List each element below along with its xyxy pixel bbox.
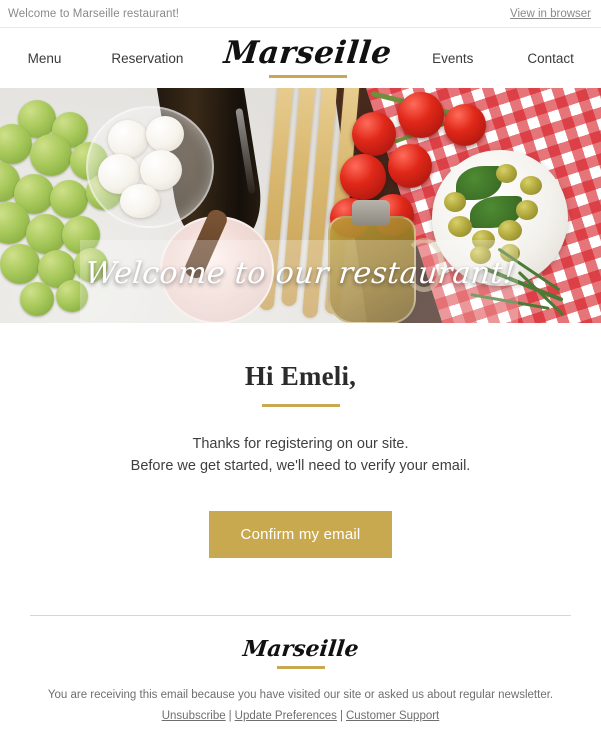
customer-support-link[interactable]: Customer Support bbox=[346, 710, 439, 722]
brand-logo[interactable]: Marseille bbox=[208, 38, 408, 78]
tomato bbox=[388, 144, 432, 188]
tomato bbox=[398, 92, 444, 138]
nav-group-right: Events Contact bbox=[408, 51, 598, 66]
email-body: Hi Emeli, Thanks for registering on our … bbox=[0, 323, 601, 558]
brand-underline-rule bbox=[269, 75, 347, 78]
preheader-bar: Welcome to Marseille restaurant! View in… bbox=[0, 0, 601, 28]
footer-disclaimer: You are receiving this email because you… bbox=[0, 689, 601, 701]
footer-brand-block[interactable]: Marseille bbox=[0, 638, 601, 669]
nav-group-left: Menu Reservation bbox=[3, 51, 208, 66]
email-footer: Marseille You are receiving this email b… bbox=[0, 616, 601, 722]
greeting-heading: Hi Emeli, bbox=[0, 361, 601, 392]
update-preferences-link[interactable]: Update Preferences bbox=[235, 710, 337, 722]
nav-item-menu[interactable]: Menu bbox=[28, 51, 62, 66]
body-line-1: Thanks for registering on our site. bbox=[193, 436, 409, 452]
tomato bbox=[352, 112, 396, 156]
link-separator-2: | bbox=[337, 710, 346, 722]
footer-links: Unsubscribe|Update Preferences|Customer … bbox=[0, 710, 601, 722]
hero-title: Welcome to our restaurant! bbox=[0, 256, 601, 291]
tomato bbox=[340, 154, 386, 200]
view-in-browser-link[interactable]: View in browser bbox=[510, 8, 591, 20]
footer-underline-rule bbox=[277, 666, 325, 669]
nav-item-reservation[interactable]: Reservation bbox=[111, 51, 183, 66]
body-line-2: Before we get started, we'll need to ver… bbox=[131, 458, 471, 474]
confirm-email-button[interactable]: Confirm my email bbox=[209, 511, 393, 558]
tomato bbox=[444, 104, 486, 146]
footer-brand-name: Marseille bbox=[242, 638, 360, 660]
greeting-underline-rule bbox=[262, 404, 340, 407]
email-container: Welcome to Marseille restaurant! View in… bbox=[0, 0, 601, 730]
nav-item-events[interactable]: Events bbox=[432, 51, 473, 66]
body-paragraph: Thanks for registering on our site. Befo… bbox=[0, 433, 601, 477]
nav-item-contact[interactable]: Contact bbox=[527, 51, 574, 66]
hero-banner: Welcome to our restaurant! bbox=[0, 88, 601, 323]
unsubscribe-link[interactable]: Unsubscribe bbox=[162, 710, 226, 722]
link-separator-1: | bbox=[226, 710, 235, 722]
cta-wrapper: Confirm my email bbox=[0, 511, 601, 558]
brand-name: Marseille bbox=[223, 38, 394, 69]
preheader-text: Welcome to Marseille restaurant! bbox=[8, 8, 179, 20]
olive-oil-cap bbox=[352, 200, 390, 226]
navigation-bar: Menu Reservation Marseille Events Contac… bbox=[0, 28, 601, 88]
